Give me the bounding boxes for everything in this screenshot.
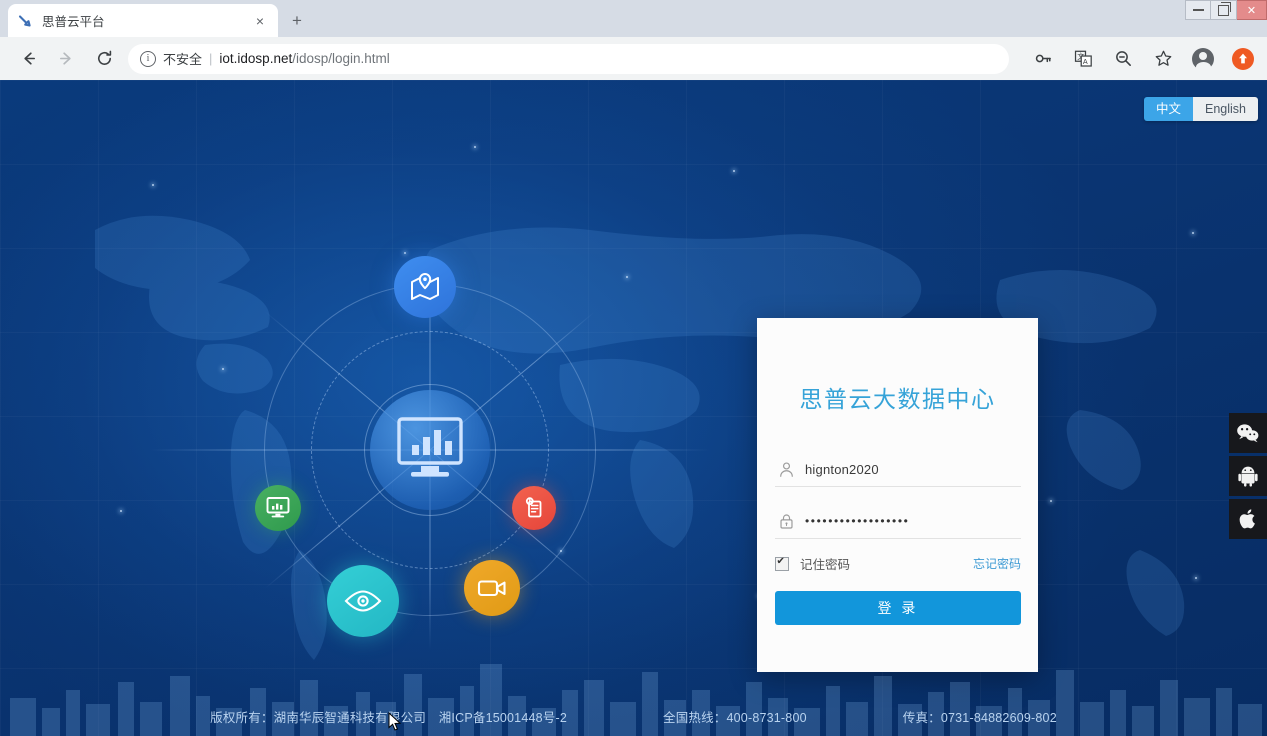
language-option-chinese[interactable]: 中文 bbox=[1144, 97, 1193, 121]
new-tab-button[interactable]: + bbox=[286, 10, 308, 32]
profile-avatar-icon[interactable] bbox=[1189, 45, 1217, 73]
url-domain: iot.idosp.net bbox=[219, 51, 292, 66]
security-status-label: 不安全 bbox=[163, 49, 202, 68]
remember-password-row: 记住密码 忘记密码 bbox=[775, 554, 1021, 573]
window-minimize-button[interactable] bbox=[1185, 0, 1211, 20]
username-value: hignton2020 bbox=[805, 462, 879, 477]
info-circle-icon[interactable]: i bbox=[140, 51, 156, 67]
browser-chrome: 思普云平台 × + ✕ i 不安全 | iot.idos bbox=[0, 0, 1267, 80]
lock-icon bbox=[775, 513, 797, 530]
forward-arrow-icon bbox=[52, 45, 80, 73]
toolbar-icons: 文A bbox=[1017, 45, 1267, 73]
login-page: 中文 English bbox=[0, 80, 1267, 736]
extension-icon[interactable] bbox=[1229, 45, 1257, 73]
eye-monitor-icon bbox=[327, 565, 399, 637]
restore-icon bbox=[1218, 5, 1229, 16]
footer-fax: 传真：0731-84882609-802 bbox=[903, 707, 1057, 726]
back-arrow-icon[interactable] bbox=[14, 45, 42, 73]
page-title: 思普云大数据中心 bbox=[757, 380, 1038, 414]
avatar bbox=[1192, 48, 1214, 70]
window-restore-button[interactable] bbox=[1211, 0, 1237, 20]
monitor-screen-icon bbox=[255, 485, 301, 531]
tab-title: 思普云平台 bbox=[42, 11, 250, 30]
extension-badge bbox=[1232, 48, 1254, 70]
minimize-icon bbox=[1193, 9, 1204, 11]
zoom-out-icon[interactable] bbox=[1109, 45, 1137, 73]
social-rail bbox=[1229, 413, 1267, 542]
window-close-button[interactable]: ✕ bbox=[1237, 0, 1267, 20]
page-footer: 版权所有：湖南华辰智通科技有限公司 湘ICP备15001448号-2 全国热线：… bbox=[0, 696, 1267, 736]
apple-icon[interactable] bbox=[1229, 499, 1267, 539]
user-icon bbox=[775, 461, 797, 478]
password-field[interactable]: •••••••••••••••••• bbox=[775, 504, 1021, 539]
svg-text:A: A bbox=[1082, 57, 1087, 66]
omnibox-separator: | bbox=[209, 51, 212, 66]
wechat-icon[interactable] bbox=[1229, 413, 1267, 453]
dashboard-chart-icon bbox=[370, 390, 490, 510]
close-icon: ✕ bbox=[1247, 4, 1256, 17]
browser-tab[interactable]: 思普云平台 × bbox=[8, 4, 278, 37]
forgot-password-link[interactable]: 忘记密码 bbox=[973, 555, 1021, 572]
url-path: /idosp/login.html bbox=[292, 51, 390, 66]
android-icon[interactable] bbox=[1229, 456, 1267, 496]
address-bar[interactable]: i 不安全 | iot.idosp.net /idosp/login.html bbox=[128, 44, 1009, 74]
language-toggle[interactable]: 中文 English bbox=[1144, 97, 1258, 121]
language-option-english[interactable]: English bbox=[1193, 97, 1258, 121]
navigation-bar: i 不安全 | iot.idosp.net /idosp/login.html … bbox=[0, 37, 1267, 80]
remember-password-checkbox[interactable] bbox=[775, 557, 789, 571]
tab-close-icon[interactable]: × bbox=[250, 11, 270, 31]
network-illustration bbox=[152, 230, 708, 670]
key-icon[interactable] bbox=[1029, 45, 1057, 73]
star-icon[interactable] bbox=[1149, 45, 1177, 73]
reload-icon[interactable] bbox=[90, 45, 118, 73]
map-location-icon bbox=[394, 256, 456, 318]
tab-strip: 思普云平台 × + bbox=[0, 0, 1267, 37]
password-value: •••••••••••••••••• bbox=[805, 514, 909, 528]
login-card: 思普云大数据中心 hignton2020 •••••••••••••••••• … bbox=[757, 318, 1038, 672]
translate-icon[interactable]: 文A bbox=[1069, 45, 1097, 73]
login-button[interactable]: 登 录 bbox=[775, 591, 1021, 625]
browser-window: 思普云平台 × + ✕ i 不安全 | iot.idos bbox=[0, 0, 1267, 736]
video-camera-icon bbox=[464, 560, 520, 616]
tab-favicon-icon bbox=[16, 12, 34, 30]
window-controls: ✕ bbox=[1185, 0, 1267, 22]
remember-password-label: 记住密码 bbox=[800, 554, 850, 573]
username-field[interactable]: hignton2020 bbox=[775, 452, 1021, 487]
mouse-cursor bbox=[388, 712, 402, 732]
document-report-icon bbox=[512, 486, 556, 530]
footer-hotline: 全国热线：400-8731-800 bbox=[663, 707, 807, 726]
